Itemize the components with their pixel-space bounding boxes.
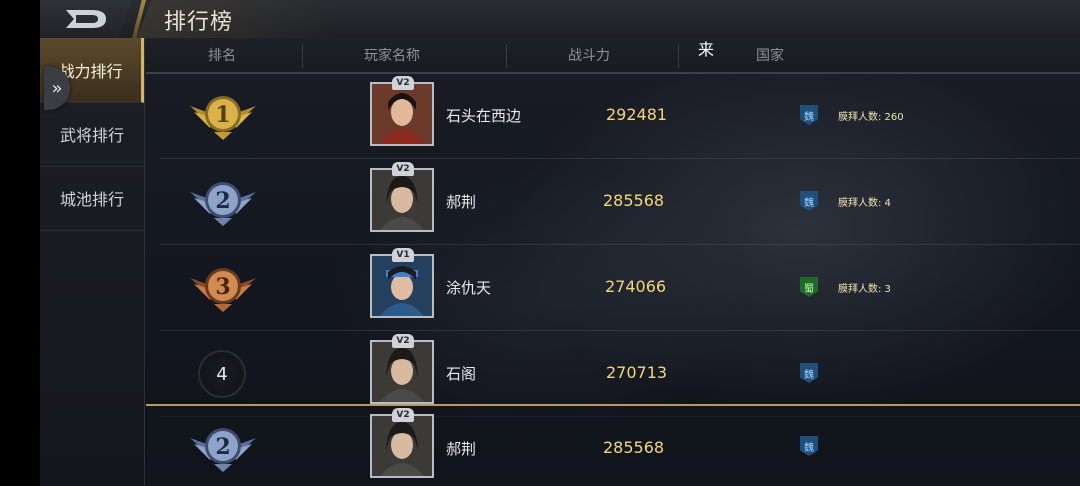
- sidebar-item-city-rank[interactable]: 城池排行: [40, 166, 144, 231]
- table-row[interactable]: 1 V2 石头在西边 292481 魏 膜拜人数: 260: [160, 72, 1080, 159]
- nation-flag-icon: 魏: [800, 191, 818, 211]
- power-value: 285568: [603, 191, 665, 210]
- player-avatar[interactable]: V2: [370, 408, 434, 478]
- my-rank-row[interactable]: 2 V2 郝荆 285568 魏: [146, 404, 1080, 486]
- portrait-icon: [372, 84, 432, 144]
- column-divider: [678, 44, 679, 68]
- vip-level-badge: V2: [392, 334, 414, 348]
- worship-count: 膜拜人数: 4: [838, 198, 891, 209]
- portrait-icon: [372, 416, 432, 476]
- power-value: 274066: [605, 277, 667, 296]
- rank-2-silver-medal-icon: 2: [188, 416, 258, 476]
- player-name: 石头在西边: [446, 107, 522, 125]
- sidebar-item-general-rank[interactable]: 武将排行: [40, 102, 144, 167]
- player-name: 郝荆: [446, 193, 477, 211]
- screen-edge: [0, 0, 40, 486]
- vip-level-badge: V2: [392, 162, 414, 176]
- worship-count: 膜拜人数: 260: [838, 112, 904, 123]
- vip-level-badge: V1: [392, 248, 414, 262]
- power-value: 285568: [603, 438, 665, 457]
- worship-count: 膜拜人数: 3: [838, 284, 891, 295]
- vip-level-badge: V2: [392, 408, 414, 422]
- rank-number: 4: [198, 350, 246, 398]
- table-header: 排名 玩家名称 战斗力 国家: [146, 38, 1080, 74]
- portrait-icon: [372, 256, 432, 316]
- nation-flag-icon: 蜀: [800, 277, 818, 297]
- vip-level-badge: V2: [392, 76, 414, 90]
- player-name: 涂仇天: [446, 279, 492, 297]
- power-value: 292481: [606, 105, 668, 124]
- table-row[interactable]: 3 V1 涂仇天 274066 蜀 膜拜人数: 3: [160, 244, 1080, 331]
- svg-text:3: 3: [215, 274, 230, 300]
- table-row[interactable]: 2 V2 郝荆 285568 魏 膜拜人数: 4: [160, 158, 1080, 245]
- player-avatar[interactable]: V2: [370, 76, 434, 146]
- svg-text:2: 2: [215, 434, 230, 460]
- power-value: 270713: [606, 363, 668, 382]
- portrait-icon: [372, 342, 432, 402]
- player-avatar[interactable]: V2: [370, 162, 434, 232]
- portrait-icon: [372, 170, 432, 230]
- nation-flag-icon: 魏: [800, 363, 818, 383]
- nation-flag-icon: 魏: [800, 105, 818, 125]
- column-header-power: 战斗力: [568, 48, 610, 64]
- player-name: 郝荆: [446, 440, 477, 458]
- svg-text:2: 2: [215, 188, 230, 214]
- nation-flag-icon: 魏: [800, 436, 818, 456]
- back-button[interactable]: [40, 0, 132, 38]
- column-divider: [506, 44, 507, 68]
- double-chevron-right-icon: »: [51, 77, 63, 99]
- floating-text: 来: [698, 40, 715, 59]
- leaderboard-screen: 排行榜 战力排行 武将排行 城池排行 » 排名 玩家名称 战斗力 国家 来 1 …: [40, 0, 1080, 486]
- player-name: 石阁: [446, 365, 477, 383]
- rank-3-bronze-medal-icon: 3: [188, 256, 258, 316]
- column-header-player-name: 玩家名称: [364, 48, 420, 64]
- player-avatar[interactable]: V1: [370, 248, 434, 318]
- sidebar-item-label: 城池排行: [59, 190, 124, 209]
- column-header-rank: 排名: [208, 48, 236, 64]
- sidebar-item-label: 武将排行: [59, 126, 124, 145]
- column-divider: [302, 44, 303, 68]
- rank-2-silver-medal-icon: 2: [188, 170, 258, 230]
- svg-text:1: 1: [215, 102, 230, 128]
- back-arrow-icon: [66, 10, 106, 28]
- rank-1-gold-medal-icon: 1: [188, 84, 258, 144]
- top-bar: 排行榜: [40, 0, 1080, 39]
- column-header-nation: 国家: [756, 48, 784, 64]
- player-avatar[interactable]: V2: [370, 334, 434, 404]
- page-title: 排行榜: [164, 10, 234, 35]
